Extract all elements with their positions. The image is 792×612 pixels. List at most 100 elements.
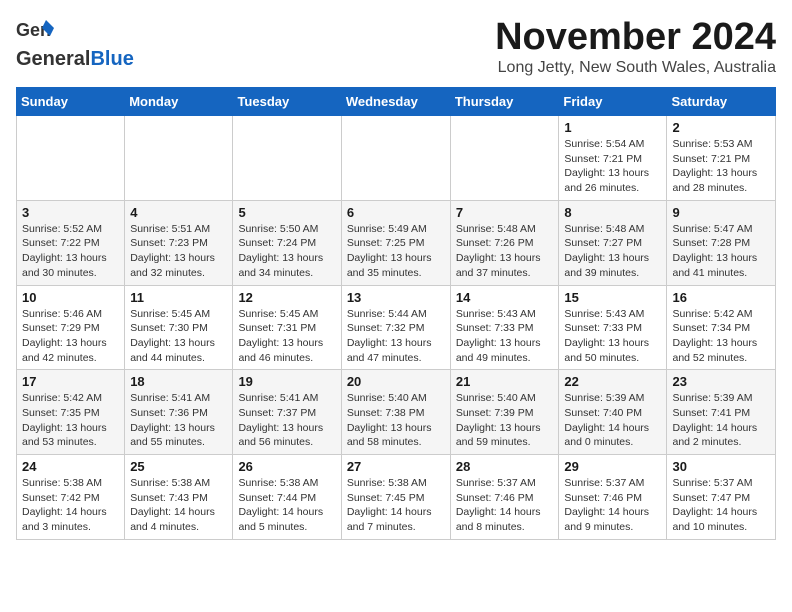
day-number: 4 <box>130 205 227 220</box>
day-info: Sunrise: 5:48 AM Sunset: 7:26 PM Dayligh… <box>456 222 554 281</box>
calendar-cell: 24 Sunrise: 5:38 AM Sunset: 7:42 PM Dayli… <box>17 455 125 540</box>
calendar-cell: 27 Sunrise: 5:38 AM Sunset: 7:45 PM Dayli… <box>341 455 450 540</box>
day-number: 23 <box>672 374 770 389</box>
logo-blue: Blue <box>90 48 133 70</box>
day-info: Sunrise: 5:43 AM Sunset: 7:33 PM Dayligh… <box>564 307 661 366</box>
day-info: Sunrise: 5:38 AM Sunset: 7:45 PM Dayligh… <box>347 476 445 535</box>
calendar-cell <box>341 116 450 201</box>
day-number: 22 <box>564 374 661 389</box>
weekday-header: Thursday <box>450 88 559 116</box>
calendar-cell: 5 Sunrise: 5:50 AM Sunset: 7:24 PM Daylig… <box>233 200 341 285</box>
day-number: 29 <box>564 459 661 474</box>
calendar-cell: 9 Sunrise: 5:47 AM Sunset: 7:28 PM Daylig… <box>667 200 776 285</box>
day-info: Sunrise: 5:53 AM Sunset: 7:21 PM Dayligh… <box>672 137 770 196</box>
day-number: 15 <box>564 290 661 305</box>
day-number: 19 <box>238 374 335 389</box>
calendar-cell: 20Sunrise: 5:40 AM Sunset: 7:38 PM Dayli… <box>341 370 450 455</box>
day-info: Sunrise: 5:43 AM Sunset: 7:33 PM Dayligh… <box>456 307 554 366</box>
day-number: 5 <box>238 205 335 220</box>
calendar-cell: 2Sunrise: 5:53 AM Sunset: 7:21 PM Daylig… <box>667 116 776 201</box>
weekday-header-row: SundayMondayTuesdayWednesdayThursdayFrid… <box>17 88 776 116</box>
day-info: Sunrise: 5:41 AM Sunset: 7:36 PM Dayligh… <box>130 391 227 450</box>
calendar-cell <box>17 116 125 201</box>
day-number: 11 <box>130 290 227 305</box>
day-info: Sunrise: 5:50 AM Sunset: 7:24 PM Dayligh… <box>238 222 335 281</box>
calendar-cell: 21 Sunrise: 5:40 AM Sunset: 7:39 PM Dayli… <box>450 370 559 455</box>
day-info: Sunrise: 5:38 AM Sunset: 7:44 PM Dayligh… <box>238 476 335 535</box>
calendar-week-row: 1Sunrise: 5:54 AM Sunset: 7:21 PM Daylig… <box>17 116 776 201</box>
day-info: Sunrise: 5:51 AM Sunset: 7:23 PM Dayligh… <box>130 222 227 281</box>
calendar-cell: 23 Sunrise: 5:39 AM Sunset: 7:41 PM Dayli… <box>667 370 776 455</box>
day-info: Sunrise: 5:42 AM Sunset: 7:34 PM Dayligh… <box>672 307 770 366</box>
day-number: 28 <box>456 459 554 474</box>
day-number: 8 <box>564 205 661 220</box>
calendar-cell: 1Sunrise: 5:54 AM Sunset: 7:21 PM Daylig… <box>559 116 667 201</box>
weekday-header: Saturday <box>667 88 776 116</box>
day-number: 16 <box>672 290 770 305</box>
day-info: Sunrise: 5:38 AM Sunset: 7:43 PM Dayligh… <box>130 476 227 535</box>
weekday-header: Tuesday <box>233 88 341 116</box>
day-info: Sunrise: 5:44 AM Sunset: 7:32 PM Dayligh… <box>347 307 445 366</box>
day-number: 20 <box>347 374 445 389</box>
calendar-week-row: 17 Sunrise: 5:42 AM Sunset: 7:35 PM Dayli… <box>17 370 776 455</box>
calendar-cell: 28Sunrise: 5:37 AM Sunset: 7:46 PM Dayli… <box>450 455 559 540</box>
calendar-cell: 8 Sunrise: 5:48 AM Sunset: 7:27 PM Daylig… <box>559 200 667 285</box>
weekday-header: Friday <box>559 88 667 116</box>
day-number: 24 <box>22 459 119 474</box>
day-number: 27 <box>347 459 445 474</box>
calendar-cell: 12Sunrise: 5:45 AM Sunset: 7:31 PM Dayli… <box>233 285 341 370</box>
day-info: Sunrise: 5:49 AM Sunset: 7:25 PM Dayligh… <box>347 222 445 281</box>
day-info: Sunrise: 5:37 AM Sunset: 7:46 PM Dayligh… <box>564 476 661 535</box>
calendar-cell: 7 Sunrise: 5:48 AM Sunset: 7:26 PM Daylig… <box>450 200 559 285</box>
calendar-cell: 22 Sunrise: 5:39 AM Sunset: 7:40 PM Dayli… <box>559 370 667 455</box>
calendar-cell: 14 Sunrise: 5:43 AM Sunset: 7:33 PM Dayli… <box>450 285 559 370</box>
calendar-cell: 19 Sunrise: 5:41 AM Sunset: 7:37 PM Dayli… <box>233 370 341 455</box>
day-info: Sunrise: 5:42 AM Sunset: 7:35 PM Dayligh… <box>22 391 119 450</box>
day-number: 1 <box>564 120 661 135</box>
day-number: 3 <box>22 205 119 220</box>
day-info: Sunrise: 5:48 AM Sunset: 7:27 PM Dayligh… <box>564 222 661 281</box>
day-number: 12 <box>238 290 335 305</box>
day-number: 10 <box>22 290 119 305</box>
weekday-header: Wednesday <box>341 88 450 116</box>
day-info: Sunrise: 5:40 AM Sunset: 7:39 PM Dayligh… <box>456 391 554 450</box>
logo-general: General <box>16 48 90 70</box>
weekday-header: Monday <box>125 88 233 116</box>
calendar-cell: 29 Sunrise: 5:37 AM Sunset: 7:46 PM Dayli… <box>559 455 667 540</box>
day-number: 26 <box>238 459 335 474</box>
weekday-header: Sunday <box>17 88 125 116</box>
day-number: 18 <box>130 374 227 389</box>
calendar-cell: 11 Sunrise: 5:45 AM Sunset: 7:30 PM Dayli… <box>125 285 233 370</box>
day-number: 7 <box>456 205 554 220</box>
calendar-cell: 18 Sunrise: 5:41 AM Sunset: 7:36 PM Dayli… <box>125 370 233 455</box>
calendar-cell: 6Sunrise: 5:49 AM Sunset: 7:25 PM Daylig… <box>341 200 450 285</box>
day-info: Sunrise: 5:47 AM Sunset: 7:28 PM Dayligh… <box>672 222 770 281</box>
day-info: Sunrise: 5:37 AM Sunset: 7:47 PM Dayligh… <box>672 476 770 535</box>
day-number: 30 <box>672 459 770 474</box>
day-number: 14 <box>456 290 554 305</box>
day-number: 9 <box>672 205 770 220</box>
calendar-week-row: 24 Sunrise: 5:38 AM Sunset: 7:42 PM Dayli… <box>17 455 776 540</box>
logo-icon: Gen <box>16 16 56 48</box>
location: Long Jetty, New South Wales, Australia <box>495 59 776 77</box>
day-info: Sunrise: 5:39 AM Sunset: 7:40 PM Dayligh… <box>564 391 661 450</box>
logo: Gen General Blue <box>16 16 134 70</box>
calendar-cell: 17 Sunrise: 5:42 AM Sunset: 7:35 PM Dayli… <box>17 370 125 455</box>
calendar-cell: 10Sunrise: 5:46 AM Sunset: 7:29 PM Dayli… <box>17 285 125 370</box>
day-number: 17 <box>22 374 119 389</box>
month-title: November 2024 <box>495 16 776 59</box>
day-info: Sunrise: 5:41 AM Sunset: 7:37 PM Dayligh… <box>238 391 335 450</box>
day-number: 21 <box>456 374 554 389</box>
calendar-cell: 3Sunrise: 5:52 AM Sunset: 7:22 PM Daylig… <box>17 200 125 285</box>
calendar-cell: 26 Sunrise: 5:38 AM Sunset: 7:44 PM Dayli… <box>233 455 341 540</box>
calendar-cell: 25Sunrise: 5:38 AM Sunset: 7:43 PM Dayli… <box>125 455 233 540</box>
day-info: Sunrise: 5:39 AM Sunset: 7:41 PM Dayligh… <box>672 391 770 450</box>
calendar-cell: 13 Sunrise: 5:44 AM Sunset: 7:32 PM Dayli… <box>341 285 450 370</box>
day-number: 13 <box>347 290 445 305</box>
calendar-cell: 4 Sunrise: 5:51 AM Sunset: 7:23 PM Daylig… <box>125 200 233 285</box>
day-info: Sunrise: 5:38 AM Sunset: 7:42 PM Dayligh… <box>22 476 119 535</box>
day-info: Sunrise: 5:45 AM Sunset: 7:30 PM Dayligh… <box>130 307 227 366</box>
calendar-week-row: 3Sunrise: 5:52 AM Sunset: 7:22 PM Daylig… <box>17 200 776 285</box>
calendar-cell <box>233 116 341 201</box>
calendar-table: SundayMondayTuesdayWednesdayThursdayFrid… <box>16 87 776 540</box>
